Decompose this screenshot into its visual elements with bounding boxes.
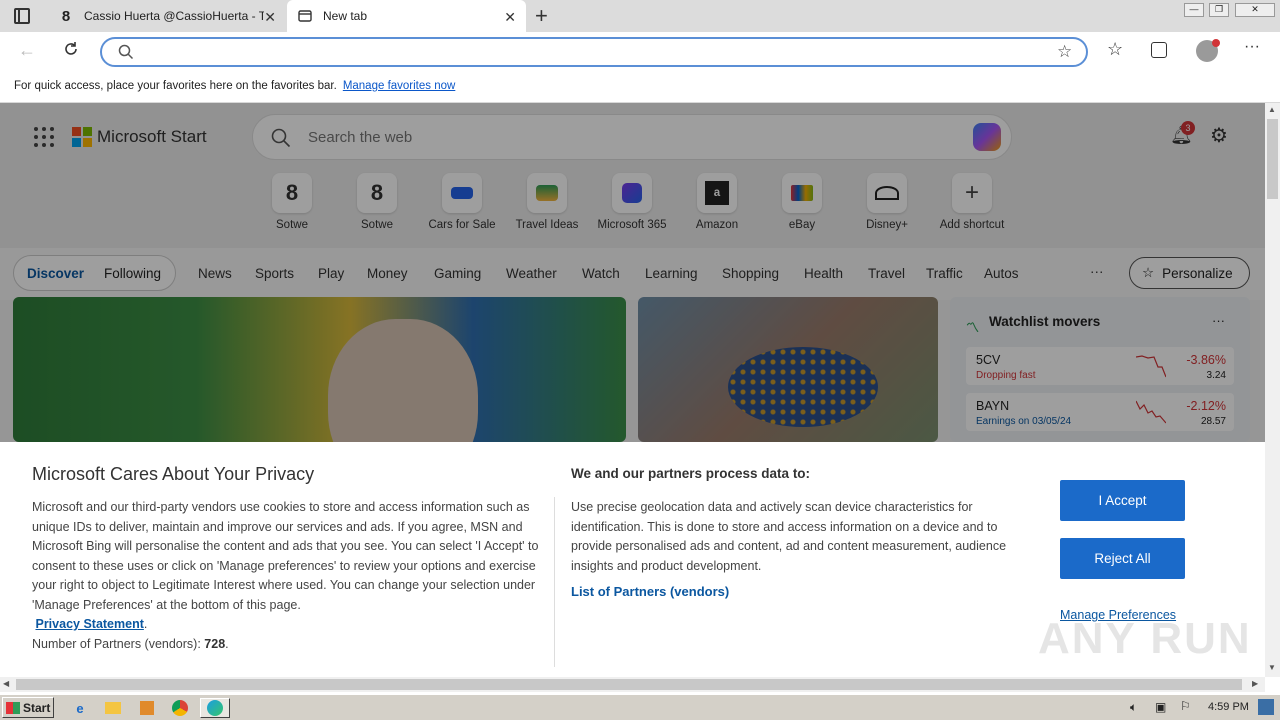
close-window-button[interactable]: ✕: [1235, 3, 1275, 17]
manage-favorites-link[interactable]: Manage favorites now: [343, 80, 456, 92]
chrome-icon[interactable]: [170, 698, 190, 718]
collections-icon[interactable]: [1151, 42, 1167, 58]
partners-label: Number of Partners (vendors):: [32, 636, 201, 651]
restore-button[interactable]: ❐: [1209, 3, 1229, 17]
show-desktop-icon[interactable]: [1258, 699, 1274, 715]
close-tab-icon[interactable]: ✕: [264, 9, 276, 26]
anyrun-watermark: ANY RUN: [1038, 614, 1252, 663]
toolbar: ← ☆ ☆ ···: [0, 32, 1280, 70]
clock[interactable]: 4:59 PM: [1208, 701, 1249, 713]
tab-new-tab[interactable]: New tab ✕: [287, 0, 526, 32]
search-icon: [118, 44, 134, 63]
favorites-message: For quick access, place your favorites h…: [14, 80, 337, 92]
scroll-thumb[interactable]: [1267, 119, 1278, 199]
scroll-right-icon[interactable]: ▶: [1252, 679, 1258, 688]
more-icon[interactable]: ···: [1244, 38, 1260, 56]
consent-overlay: [0, 103, 1265, 442]
new-tab-icon: [297, 8, 313, 24]
tab-actions-icon[interactable]: [14, 8, 30, 24]
purpose-title: We and our partners process data to:: [571, 466, 811, 481]
refresh-icon[interactable]: [62, 40, 80, 61]
profile-avatar[interactable]: [1196, 39, 1220, 62]
taskbar: Start e 🔈︎ ▣ ⚐ 4:59 PM: [0, 694, 1280, 720]
add-favorite-icon[interactable]: ☆: [1057, 42, 1072, 62]
horizontal-scrollbar[interactable]: ◀ ▶: [0, 677, 1265, 692]
scroll-down-icon[interactable]: ▼: [1268, 663, 1276, 672]
explorer-folder-icon[interactable]: [103, 698, 123, 718]
network-icon[interactable]: ▣: [1155, 700, 1166, 714]
favorites-bar: For quick access, place your favorites h…: [0, 70, 1280, 103]
divider: [554, 497, 555, 667]
reject-all-button[interactable]: Reject All: [1060, 538, 1185, 579]
tab-title: New tab: [323, 9, 368, 23]
privacy-statement-link[interactable]: Privacy Statement: [35, 617, 143, 631]
close-tab-icon[interactable]: ✕: [504, 9, 516, 26]
flag-icon[interactable]: ⚐: [1180, 699, 1191, 713]
scroll-up-icon[interactable]: ▲: [1268, 105, 1276, 114]
windows-flag-icon: [6, 701, 20, 714]
new-tab-button[interactable]: +: [535, 3, 548, 29]
scroll-left-icon[interactable]: ◀: [3, 679, 9, 688]
consent-text: Microsoft and our third-party vendors us…: [32, 500, 539, 651]
address-input[interactable]: [142, 45, 1022, 61]
list-of-partners-link[interactable]: List of Partners (vendors): [571, 582, 1036, 602]
tab-title: Cassio Huerta @CassioHuerta - T: [84, 9, 264, 23]
edge-icon[interactable]: [200, 698, 230, 718]
ie-icon[interactable]: e: [70, 698, 90, 718]
scroll-thumb[interactable]: [16, 679, 1242, 690]
tab-strip: 8 Cassio Huerta @CassioHuerta - T ✕ New …: [0, 0, 1280, 32]
media-player-icon[interactable]: [137, 698, 157, 718]
sotwe-tab-icon: 8: [61, 7, 71, 25]
purpose-text: Use precise geolocation data and activel…: [571, 498, 1036, 602]
start-button[interactable]: Start: [2, 697, 54, 718]
cookie-consent-banner: Microsoft Cares About Your Privacy Micro…: [0, 442, 1265, 677]
address-bar[interactable]: ☆: [100, 37, 1088, 67]
volume-icon[interactable]: 🔈︎: [1130, 700, 1137, 715]
accept-button[interactable]: I Accept: [1060, 480, 1185, 521]
back-icon[interactable]: ←: [18, 40, 36, 61]
tab-sotwe[interactable]: 8 Cassio Huerta @CassioHuerta - T ✕: [48, 0, 286, 32]
consent-title: Microsoft Cares About Your Privacy: [32, 464, 315, 484]
favorites-icon[interactable]: ☆: [1107, 39, 1123, 60]
partners-count: 728: [204, 636, 226, 651]
minimize-button[interactable]: —: [1184, 3, 1204, 17]
vertical-scrollbar[interactable]: ▲ ▼: [1265, 103, 1280, 677]
